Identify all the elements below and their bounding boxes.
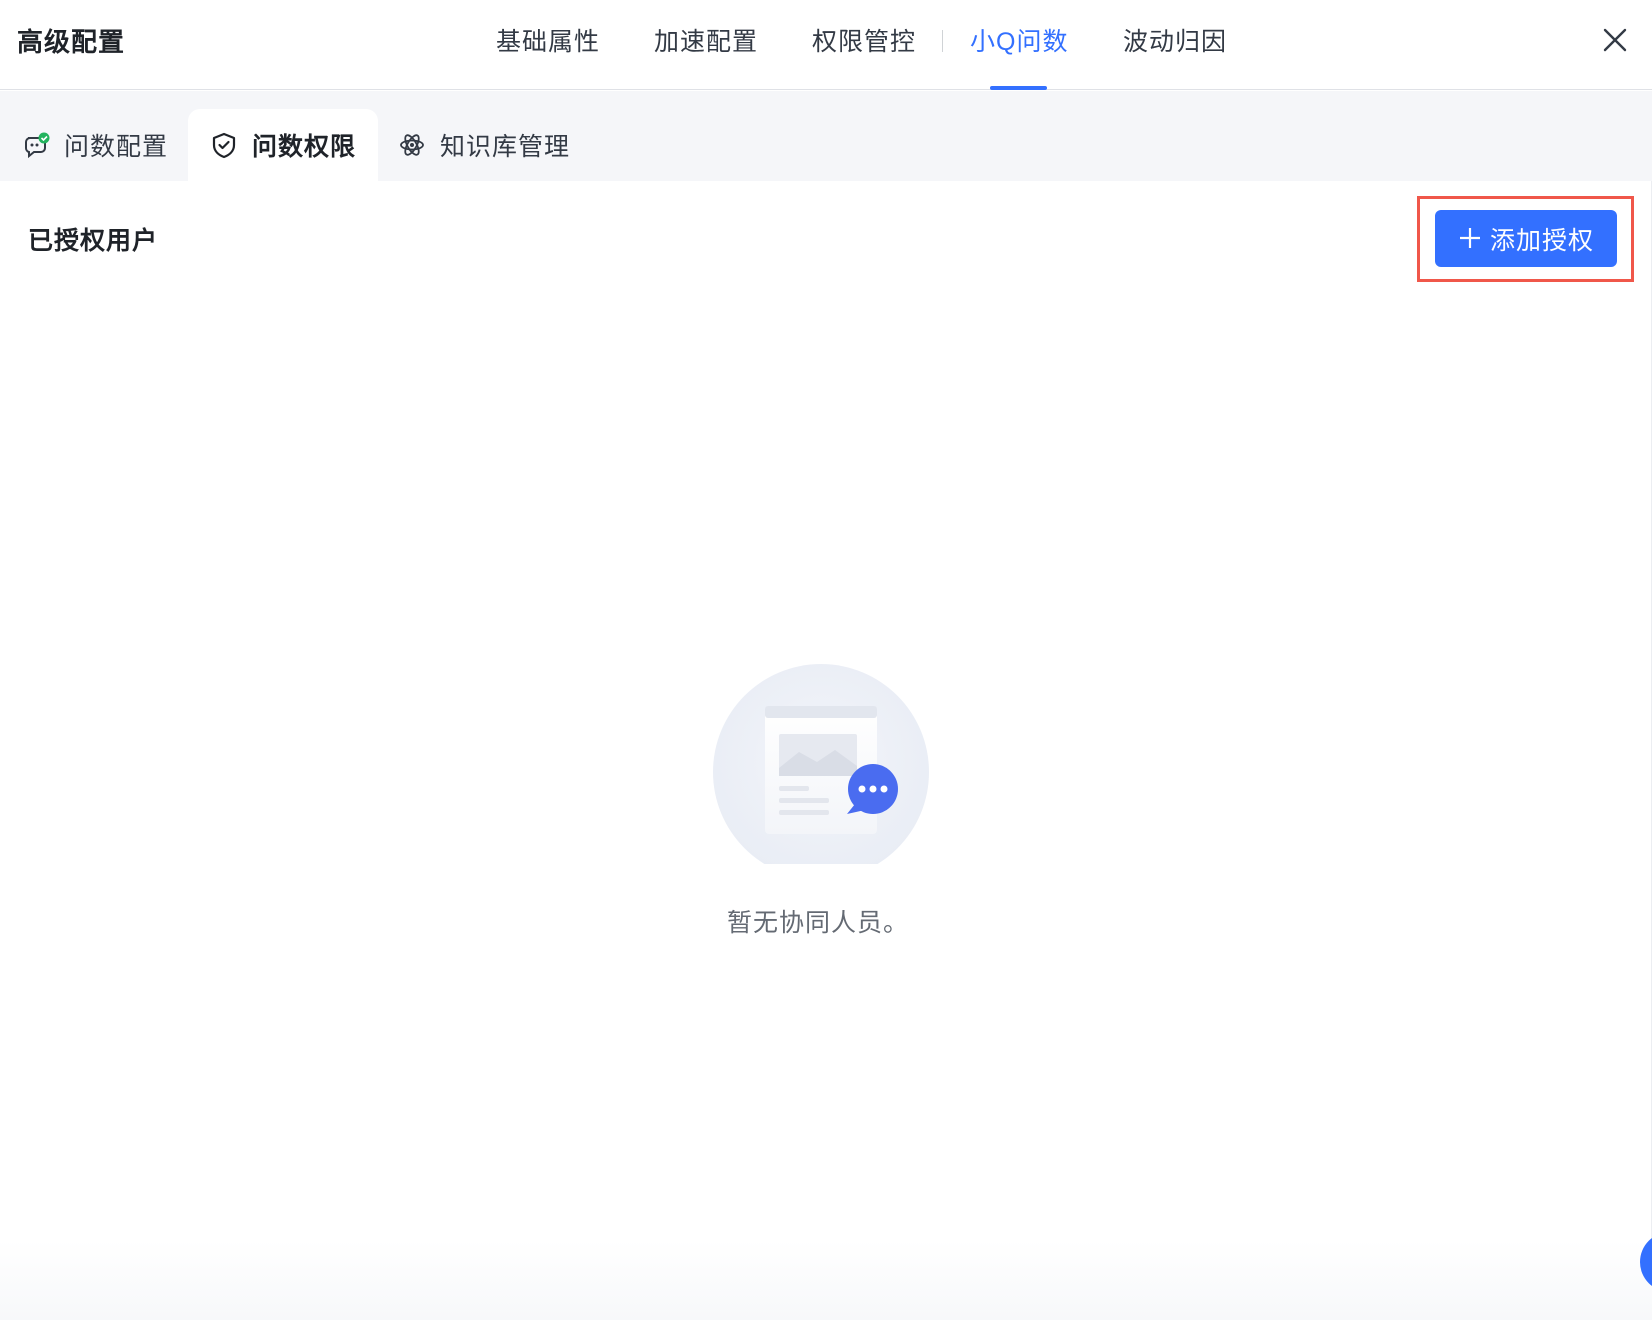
subtab-ask-permission[interactable]: 问数权限	[188, 109, 379, 181]
subtab-ask-config[interactable]: 问数配置	[0, 109, 190, 181]
add-authorization-label: 添加授权	[1489, 226, 1594, 255]
sub-tab-bar: 问数配置 问数权限 知识库管理	[0, 91, 1652, 181]
top-tab-bar: 基础属性 加速配置 权限管控 小Q问数 波动归因	[0, 0, 1652, 90]
tab-fluctuation-attribution[interactable]: 波动归因	[1123, 22, 1227, 58]
bottom-shade	[0, 1240, 1652, 1320]
tab-permission-control[interactable]: 权限管控	[812, 22, 916, 58]
close-icon[interactable]	[1601, 26, 1629, 54]
permission-panel: 已授权用户 添加授权 暂无协同人员。	[0, 181, 1652, 1320]
shield-check-icon	[210, 131, 238, 159]
subtab-ask-config-label: 问数配置	[64, 133, 169, 161]
subtab-knowledge-base-label: 知识库管理	[440, 133, 571, 161]
tab-divider	[942, 30, 943, 52]
chat-check-icon	[22, 131, 50, 159]
empty-state-illustration	[713, 664, 929, 880]
active-tab-indicator	[990, 86, 1047, 90]
section-title: 已授权用户	[28, 227, 159, 255]
plus-icon	[1458, 223, 1482, 255]
atom-icon	[398, 131, 426, 159]
tab-acceleration-config[interactable]: 加速配置	[654, 22, 758, 58]
subtab-knowledge-base[interactable]: 知识库管理	[376, 109, 592, 181]
dialog-header: 高级配置 基础属性 加速配置 权限管控 小Q问数 波动归因	[0, 0, 1652, 90]
tab-xiaoq-ask-data[interactable]: 小Q问数	[970, 22, 1068, 58]
empty-state-text: 暂无协同人员。	[726, 909, 909, 937]
add-authorization-button[interactable]: 添加授权	[1435, 210, 1617, 267]
tab-basic-properties[interactable]: 基础属性	[496, 22, 600, 58]
subtab-ask-permission-label: 问数权限	[252, 133, 357, 161]
